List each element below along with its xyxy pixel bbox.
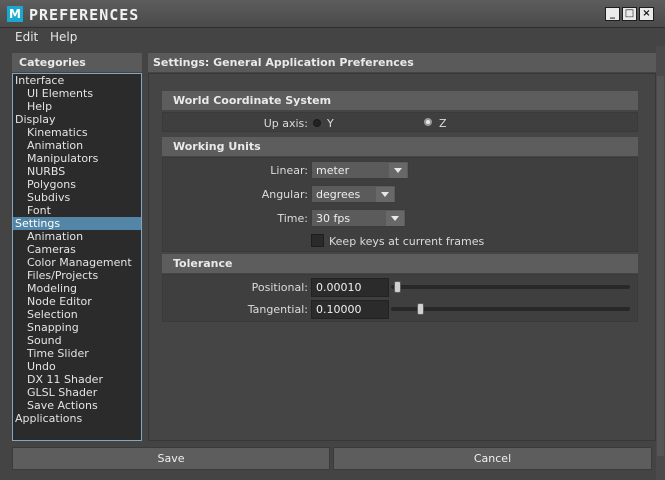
- category-item[interactable]: Help: [13, 100, 141, 113]
- angular-dropdown[interactable]: degrees: [311, 185, 396, 203]
- chevron-down-icon[interactable]: [386, 211, 404, 226]
- world-coordinate-section: Up axis: Y Z: [162, 112, 638, 132]
- tangential-input[interactable]: 0.10000: [311, 300, 389, 319]
- maya-logo-icon: M: [7, 6, 23, 22]
- category-item[interactable]: Polygons: [13, 178, 141, 191]
- category-item[interactable]: Files/Projects: [13, 269, 141, 282]
- title-bar[interactable]: M PREFERENCES _ □ ×: [0, 0, 665, 28]
- up-axis-z-label: Z: [439, 117, 447, 130]
- up-axis-y-label: Y: [327, 117, 334, 130]
- category-item[interactable]: GLSL Shader: [13, 386, 141, 399]
- up-axis-y-radio[interactable]: [313, 119, 321, 127]
- category-item[interactable]: Kinematics: [13, 126, 141, 139]
- positional-slider[interactable]: [391, 285, 630, 289]
- linear-dropdown[interactable]: meter: [311, 161, 409, 179]
- settings-panel: World Coordinate System Up axis: Y Z Wor…: [148, 73, 656, 441]
- keep-keys-checkbox[interactable]: [311, 234, 324, 247]
- working-units-section: Linear: meter Angular: degrees Time: 30 …: [162, 157, 638, 252]
- category-item[interactable]: Font: [13, 204, 141, 217]
- linear-value: meter: [316, 164, 350, 177]
- menu-edit[interactable]: Edit: [15, 30, 38, 44]
- category-item[interactable]: DX 11 Shader: [13, 373, 141, 386]
- keep-keys-label: Keep keys at current frames: [329, 235, 485, 248]
- tolerance-section-header[interactable]: Tolerance: [162, 254, 638, 273]
- positional-label: Positional:: [251, 281, 308, 294]
- time-value: 30 fps: [316, 212, 351, 225]
- maximize-button[interactable]: □: [622, 7, 637, 21]
- category-item[interactable]: NURBS: [13, 165, 141, 178]
- category-item[interactable]: Snapping: [13, 321, 141, 334]
- category-item[interactable]: Interface: [13, 74, 141, 87]
- category-item[interactable]: Display: [13, 113, 141, 126]
- angular-label: Angular:: [261, 188, 308, 201]
- category-item[interactable]: Undo: [13, 360, 141, 373]
- categories-list[interactable]: Interface UI Elements Help Display Kinematic…: [12, 73, 142, 441]
- tangential-slider-handle[interactable]: [416, 303, 424, 315]
- category-item[interactable]: Animation: [13, 230, 141, 243]
- category-item[interactable]: Animation: [13, 139, 141, 152]
- tolerance-section: Positional: 0.00010 Tangential: 0.10000: [162, 274, 638, 322]
- working-units-section-header[interactable]: Working Units: [162, 137, 638, 156]
- up-axis-z-radio[interactable]: [424, 118, 432, 126]
- scrollbar-thumb[interactable]: [657, 76, 664, 456]
- linear-label: Linear:: [270, 164, 308, 177]
- category-item[interactable]: Color Management: [13, 256, 141, 269]
- window-scrollbar[interactable]: [656, 46, 665, 480]
- category-item[interactable]: Selection: [13, 308, 141, 321]
- chevron-down-icon[interactable]: [389, 163, 407, 178]
- menu-help[interactable]: Help: [50, 30, 77, 44]
- window-title: PREFERENCES: [29, 6, 140, 24]
- category-item[interactable]: Applications: [13, 412, 141, 425]
- category-item[interactable]: Time Slider: [13, 347, 141, 360]
- time-label: Time:: [277, 212, 308, 225]
- category-item[interactable]: Sound: [13, 334, 141, 347]
- up-axis-label: Up axis:: [263, 117, 308, 130]
- category-item[interactable]: Save Actions: [13, 399, 141, 412]
- positional-slider-handle[interactable]: [394, 281, 401, 293]
- minimize-button[interactable]: _: [605, 7, 620, 21]
- category-item[interactable]: Settings: [13, 217, 141, 230]
- settings-header: Settings: General Application Preference…: [148, 53, 656, 72]
- tangential-slider[interactable]: [391, 307, 630, 311]
- positional-input[interactable]: 0.00010: [311, 278, 389, 297]
- world-coordinate-section-header[interactable]: World Coordinate System: [162, 91, 638, 110]
- menu-bar: Edit Help: [0, 28, 665, 46]
- chevron-down-icon[interactable]: [376, 187, 394, 202]
- category-item[interactable]: UI Elements: [13, 87, 141, 100]
- close-button[interactable]: ×: [639, 7, 654, 21]
- category-item[interactable]: Cameras: [13, 243, 141, 256]
- category-item[interactable]: Modeling: [13, 282, 141, 295]
- angular-value: degrees: [316, 188, 361, 201]
- category-item[interactable]: Subdivs: [13, 191, 141, 204]
- category-item[interactable]: Node Editor: [13, 295, 141, 308]
- category-item[interactable]: Manipulators: [13, 152, 141, 165]
- cancel-button[interactable]: Cancel: [333, 447, 652, 470]
- tangential-label: Tangential:: [247, 303, 308, 316]
- save-button[interactable]: Save: [12, 447, 330, 470]
- categories-header: Categories: [12, 53, 142, 72]
- time-dropdown[interactable]: 30 fps: [311, 209, 406, 227]
